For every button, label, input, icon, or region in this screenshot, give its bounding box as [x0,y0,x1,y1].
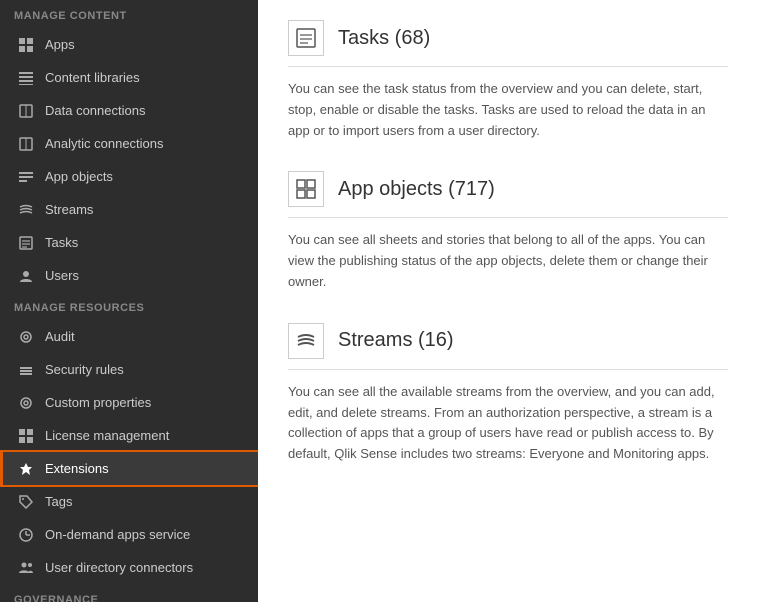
sidebar-section-header: GOVERNANCE [0,584,258,602]
sidebar-item-label-streams: Streams [45,202,93,217]
sidebar-item-audit[interactable]: Audit [0,320,258,353]
sidebar-section-header: MANAGE CONTENT [0,0,258,28]
audit-icon [17,330,35,344]
content-item-title-streams: Streams (16) [338,329,454,352]
apps-icon [17,38,35,52]
sidebar-item-label-data-connections: Data connections [45,103,145,118]
sidebar-item-label-custom-properties: Custom properties [45,395,151,410]
streams-icon [17,203,35,217]
sidebar-item-app-objects[interactable]: App objects [0,160,258,193]
content-item-header-tasks: Tasks (68) [288,20,728,67]
sidebar-item-label-user-directory: User directory connectors [45,560,193,575]
sidebar-item-security-rules[interactable]: Security rules [0,353,258,386]
sidebar-item-apps[interactable]: Apps [0,28,258,61]
content-item-tasks: Tasks (68) You can see the task status fr… [288,20,728,141]
sidebar-item-data-connections[interactable]: Data connections [0,94,258,127]
sidebar-item-label-on-demand-apps: On-demand apps service [45,527,190,542]
analytic-connections-icon [17,137,35,151]
content-item-streams: Streams (16) You can see all the availabl… [288,323,728,465]
sidebar-item-label-app-objects: App objects [45,169,113,184]
content-item-desc-streams: You can see all the available streams fr… [288,382,728,465]
content-item-header-streams: Streams (16) [288,323,728,370]
sidebar-item-content-libraries[interactable]: Content libraries [0,61,258,94]
main-content: Tasks (68) You can see the task status fr… [258,0,758,602]
sidebar-item-label-tags: Tags [45,494,72,509]
sidebar-item-label-extensions: Extensions [45,461,109,476]
sidebar-item-label-security-rules: Security rules [45,362,124,377]
on-demand-apps-icon [17,528,35,542]
content-item-header-app-objects: App objects (717) [288,171,728,218]
sidebar-item-tags[interactable]: Tags [0,485,258,518]
users-icon [17,269,35,283]
sidebar-item-streams[interactable]: Streams [0,193,258,226]
content-item-desc-app-objects: You can see all sheets and stories that … [288,230,728,292]
sidebar-item-user-directory[interactable]: User directory connectors [0,551,258,584]
sidebar-item-on-demand-apps[interactable]: On-demand apps service [0,518,258,551]
sidebar-section-header: MANAGE RESOURCES [0,292,258,320]
sidebar-item-label-content-libraries: Content libraries [45,70,140,85]
tasks-content-icon [288,20,324,56]
content-item-title-app-objects: App objects (717) [338,178,495,201]
tasks-icon [17,236,35,250]
sidebar-item-analytic-connections[interactable]: Analytic connections [0,127,258,160]
sidebar-item-label-users: Users [45,268,79,283]
extensions-icon [17,462,35,476]
license-management-icon [17,429,35,443]
security-rules-icon [17,363,35,377]
app-objects-icon [17,170,35,184]
sidebar-item-custom-properties[interactable]: Custom properties [0,386,258,419]
content-item-app-objects: App objects (717) You can see all sheets … [288,171,728,292]
content-item-desc-tasks: You can see the task status from the ove… [288,79,728,141]
sidebar-item-label-audit: Audit [45,329,75,344]
content-libraries-icon [17,71,35,85]
user-directory-icon [17,561,35,575]
content-item-title-tasks: Tasks (68) [338,27,430,50]
sidebar-item-license-management[interactable]: License management [0,419,258,452]
sidebar: MANAGE CONTENT Apps Content libraries Data … [0,0,258,602]
streams-content-icon [288,323,324,359]
sidebar-item-users[interactable]: Users [0,259,258,292]
app-objects-content-icon [288,171,324,207]
sidebar-item-tasks[interactable]: Tasks [0,226,258,259]
sidebar-item-label-analytic-connections: Analytic connections [45,136,164,151]
sidebar-item-extensions[interactable]: Extensions [0,452,258,485]
sidebar-item-label-tasks: Tasks [45,235,78,250]
sidebar-item-label-apps: Apps [45,37,75,52]
sidebar-item-label-license-management: License management [45,428,169,443]
tags-icon [17,495,35,509]
data-connections-icon [17,104,35,118]
custom-properties-icon [17,396,35,410]
